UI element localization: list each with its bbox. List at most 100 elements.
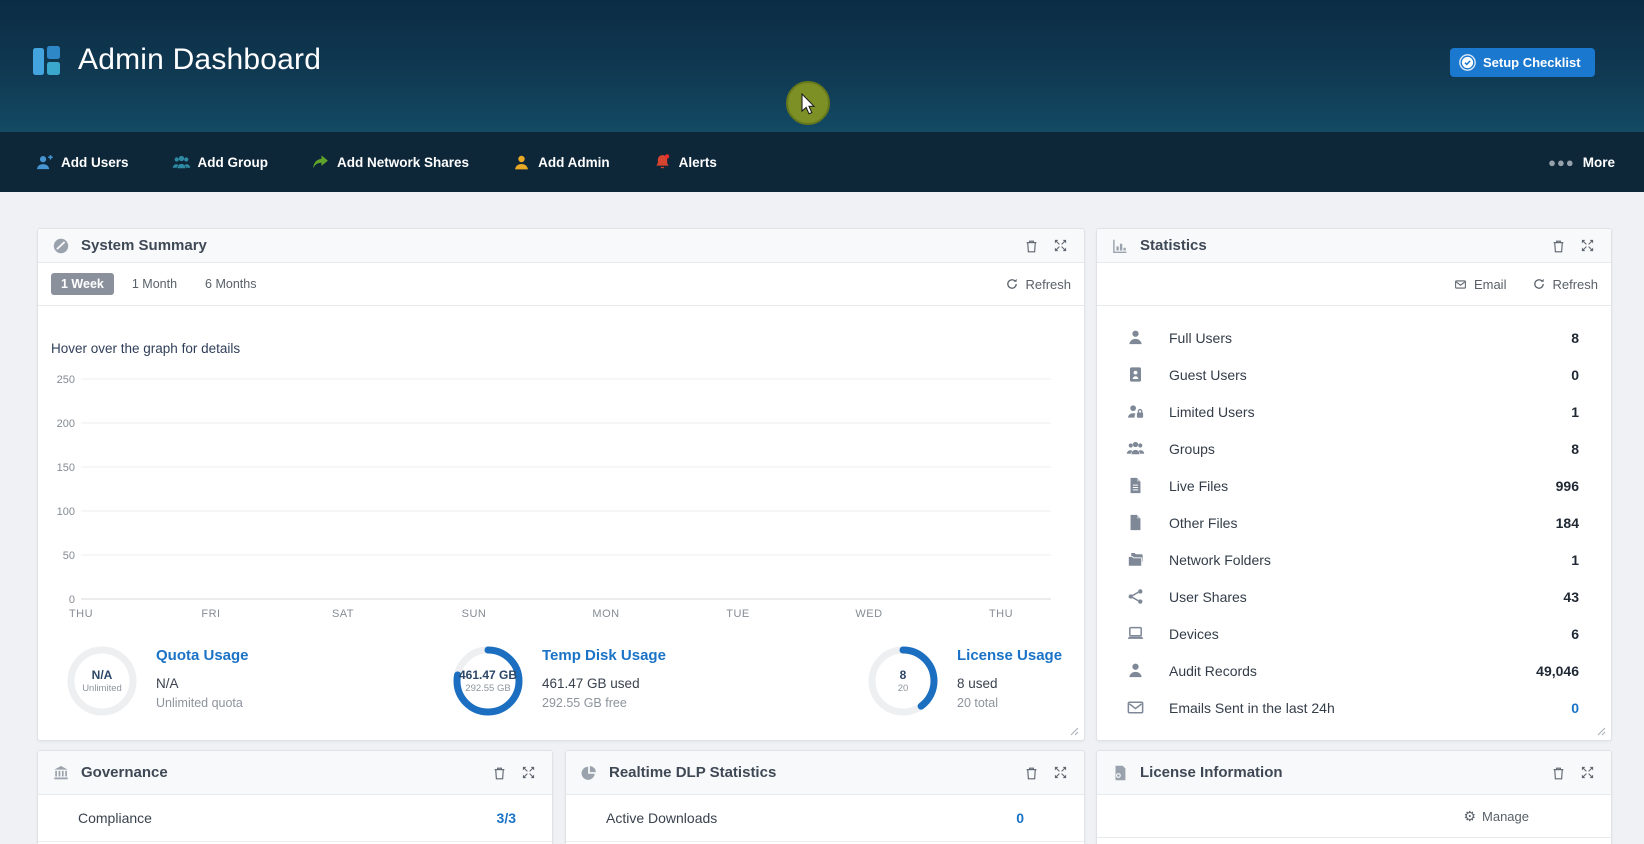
gauge-title-link[interactable]: Temp Disk Usage [542,647,666,664]
file-lines-icon [1124,476,1146,495]
envelope-icon [1124,698,1146,717]
dlp-header: Realtime DLP Statistics [566,751,1084,795]
statistics-title: Statistics [1140,237,1207,254]
gauge-temp-disk-usage: 461.47 GB292.55 GBTemp Disk Usage461.47 … [450,643,666,719]
stat-row-other-files: Other Files184 [1097,504,1611,541]
gauge-title-link[interactable]: Quota Usage [156,647,249,664]
move-widget-icon[interactable] [1580,765,1595,780]
nav-item-add-users[interactable]: Add Users [35,153,129,172]
statistics-panel: Statistics Email Refresh Full Users8Gues… [1096,228,1612,741]
svg-text:THU: THU [989,608,1013,620]
user-plus-icon [35,153,54,172]
remove-widget-icon[interactable] [1024,765,1039,781]
stat-row-guest-users: Guest Users0 [1097,356,1611,393]
move-widget-icon[interactable] [1053,765,1068,780]
quick-actions-nav: Add Users Add Group Add Network Shares Add … [0,132,1644,192]
page-title: Admin Dashboard [78,43,321,77]
svg-text:SUN: SUN [462,608,487,620]
active-downloads-value: 0 [1016,810,1024,826]
gauge-icon [52,237,70,255]
remove-widget-icon[interactable] [1551,765,1566,781]
stat-row-full-users: Full Users8 [1097,319,1611,356]
nav-item-add-network-shares[interactable]: Add Network Shares [311,153,469,172]
system-summary-header: System Summary [38,229,1084,263]
admin-dashboard-page: Admin Dashboard Setup Checklist Add User… [0,0,1644,844]
summary-refresh-button[interactable]: Refresh [1005,277,1071,292]
app-logo-icon [33,46,63,77]
license-header: License Information [1097,751,1611,795]
admin-user-icon [512,153,531,172]
stat-row-emails-sent-in-the-last-24h: Emails Sent in the last 24h0 [1097,689,1611,726]
pie-chart-icon [580,764,598,782]
chart-hint: Hover over the graph for details [51,341,240,356]
stat-row-user-shares: User Shares43 [1097,578,1611,615]
gauge-title-link[interactable]: License Usage [957,647,1062,664]
move-widget-icon[interactable] [1053,238,1068,253]
alert-bell-icon [653,153,672,172]
email-stats-button[interactable]: Email [1453,277,1507,292]
share-nodes-icon [1124,587,1146,606]
stat-row-audit-records: Audit Records49,046 [1097,652,1611,689]
svg-text:150: 150 [57,462,75,474]
license-title: License Information [1140,764,1283,781]
dlp-panel: Realtime DLP Statistics Active Downloads… [565,750,1085,844]
resize-grip-icon[interactable] [1597,727,1606,736]
compliance-value[interactable]: 3/3 [497,810,516,826]
nav-item-add-group[interactable]: Add Group [172,153,269,172]
active-downloads-row: Active Downloads 0 [566,795,1084,842]
svg-text:50: 50 [63,550,75,562]
compliance-row[interactable]: Compliance 3/3 [38,795,552,842]
app-header: Admin Dashboard Setup Checklist [0,0,1644,132]
remove-widget-icon[interactable] [492,765,507,781]
stat-value: 8 [1571,441,1579,457]
svg-text:100: 100 [57,506,75,518]
usage-line-chart[interactable]: 050100150200250THUFRISATSUNMONTUEWEDTHU [38,359,1084,629]
statistics-refresh-button[interactable]: Refresh [1532,277,1598,292]
stat-row-devices: Devices6 [1097,615,1611,652]
tab-1-week[interactable]: 1 Week [51,273,114,295]
gauge-ring: N/AUnlimited [64,643,140,719]
statistics-list: Full Users8Guest Users0Limited Users1Gro… [1097,306,1611,726]
stat-row-live-files: Live Files996 [1097,467,1611,504]
governance-title: Governance [81,764,168,781]
statistics-header: Statistics [1097,229,1611,263]
nav-item-add-admin[interactable]: Add Admin [512,153,610,172]
stat-value: 0 [1571,700,1579,716]
system-summary-toolbar: 1 Week 1 Month 6 Months Refresh [38,263,1084,306]
stat-row-limited-users: Limited Users1 [1097,393,1611,430]
user-icon [1124,661,1146,680]
folders-icon [1124,550,1146,569]
license-panel: License Information ⚙ Manage [1096,750,1612,844]
license-toolbar: ⚙ Manage [1097,795,1611,838]
manage-license-button[interactable]: ⚙ Manage [1463,809,1529,824]
svg-text:200: 200 [57,418,75,430]
gear-icon: ⚙ [1463,809,1476,823]
svg-text:TUE: TUE [726,608,750,620]
nav-item-alerts[interactable]: Alerts [653,153,717,172]
setup-checklist-button[interactable]: Setup Checklist [1450,48,1595,77]
nav-more-button[interactable]: ●●● More [1548,132,1615,192]
tab-1-month[interactable]: 1 Month [122,273,187,295]
system-summary-panel: System Summary 1 Week 1 Month 6 Months Ref… [37,228,1085,741]
stat-value: 8 [1571,330,1579,346]
move-widget-icon[interactable] [521,765,536,780]
stat-value: 49,046 [1536,663,1579,679]
stat-value: 1 [1571,552,1579,568]
tab-6-months[interactable]: 6 Months [195,273,266,295]
statistics-toolbar: Email Refresh [1097,263,1611,306]
user-icon [1124,328,1146,347]
remove-widget-icon[interactable] [1024,238,1039,254]
stat-value: 0 [1571,367,1579,383]
svg-text:250: 250 [57,374,75,386]
stat-value: 6 [1571,626,1579,642]
gauge-quota-usage: N/AUnlimitedQuota UsageN/AUnlimited quot… [64,643,249,719]
user-lock-icon [1124,402,1146,421]
stat-row-network-folders: Network Folders1 [1097,541,1611,578]
resize-grip-icon[interactable] [1070,727,1079,736]
gauge-ring: 461.47 GB292.55 GB [450,643,526,719]
move-widget-icon[interactable] [1580,238,1595,253]
stat-value: 184 [1556,515,1579,531]
remove-widget-icon[interactable] [1551,238,1566,254]
ellipsis-icon: ●●● [1548,155,1575,170]
user-group-icon [172,153,191,172]
